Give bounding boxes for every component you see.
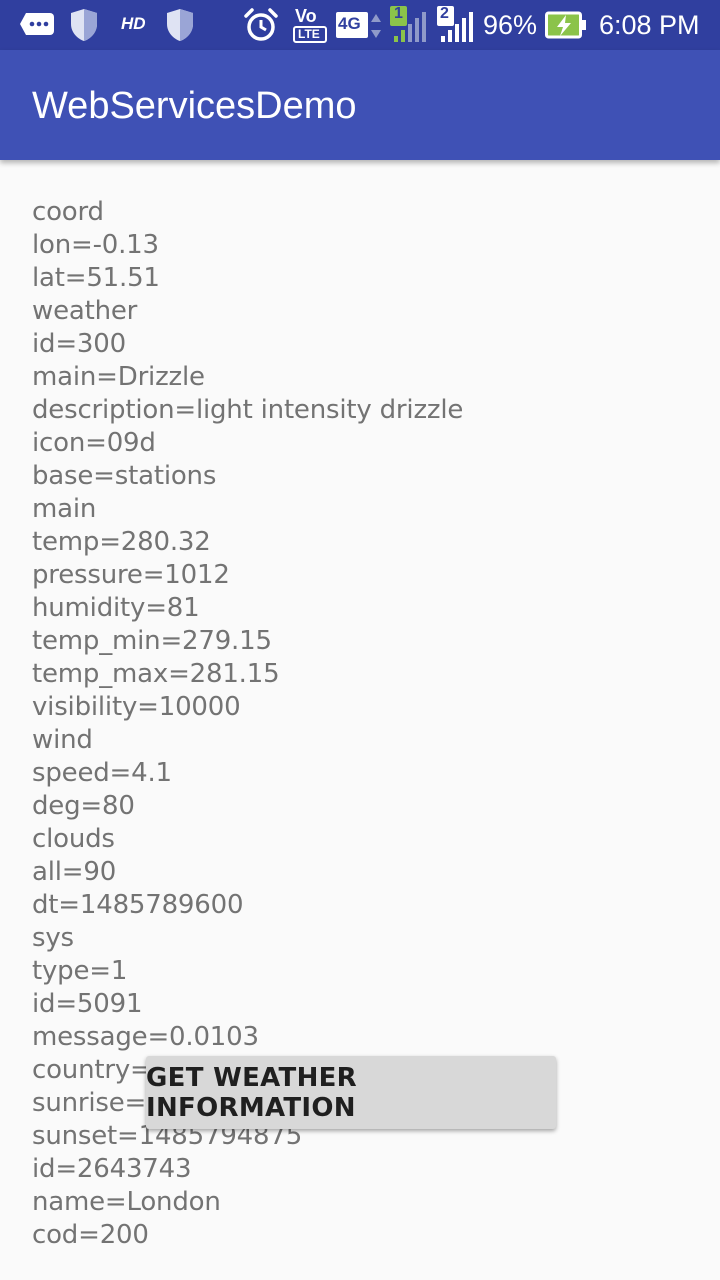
shield-icon <box>164 8 196 42</box>
weather-line: lat=51.51 <box>32 263 160 293</box>
weather-line: sys <box>32 923 74 953</box>
weather-line: main <box>32 494 97 524</box>
weather-line: temp_min=279.15 <box>32 626 272 656</box>
weather-line: cod=200 <box>32 1220 149 1250</box>
weather-line: coord <box>32 197 104 227</box>
battery-charging-icon <box>545 11 587 39</box>
weather-line: name=London <box>32 1187 221 1217</box>
signal-sim1-icon: 1 <box>390 5 428 44</box>
shield-icon <box>68 8 100 42</box>
get-weather-button[interactable]: GET WEATHER INFORMATION <box>146 1056 556 1129</box>
volte-icon: Vo LTE <box>293 6 329 46</box>
weather-line: id=5091 <box>32 989 143 1019</box>
weather-line: lon=-0.13 <box>32 230 159 260</box>
alarm-icon <box>242 6 280 44</box>
messaging-icon <box>18 10 56 40</box>
weather-line: wind <box>32 725 93 755</box>
weather-line: deg=80 <box>32 791 135 821</box>
weather-line: message=0.0103 <box>32 1022 259 1052</box>
hd-icon: HD <box>121 14 146 33</box>
weather-line: dt=1485789600 <box>32 890 244 920</box>
weather-line: all=90 <box>32 857 117 887</box>
app-bar: WebServicesDemo <box>0 50 720 160</box>
weather-line: humidity=81 <box>32 593 200 623</box>
weather-line: base=stations <box>32 461 217 491</box>
4g-icon: 4G <box>336 10 382 40</box>
clock: 6:08 PM <box>599 10 700 40</box>
battery-percent: 96% <box>483 10 538 40</box>
weather-line: speed=4.1 <box>32 758 172 788</box>
app-title: WebServicesDemo <box>32 85 357 127</box>
weather-line: clouds <box>32 824 115 854</box>
weather-line: type=1 <box>32 956 128 986</box>
weather-line: icon=09d <box>32 428 156 458</box>
signal-sim2-icon: 2 <box>437 5 475 44</box>
weather-line: id=2643743 <box>32 1154 192 1184</box>
weather-line: main=Drizzle <box>32 362 205 392</box>
weather-line: description=light intensity drizzle <box>32 395 464 425</box>
weather-line: temp_max=281.15 <box>32 659 280 689</box>
weather-line: id=300 <box>32 329 126 359</box>
status-bar: HD Vo LTE 4G 1 2 96% 6:08 PM <box>0 0 720 50</box>
weather-line: temp=280.32 <box>32 527 211 557</box>
weather-line: pressure=1012 <box>32 560 230 590</box>
weather-line: weather <box>32 296 138 326</box>
weather-line: visibility=10000 <box>32 692 241 722</box>
